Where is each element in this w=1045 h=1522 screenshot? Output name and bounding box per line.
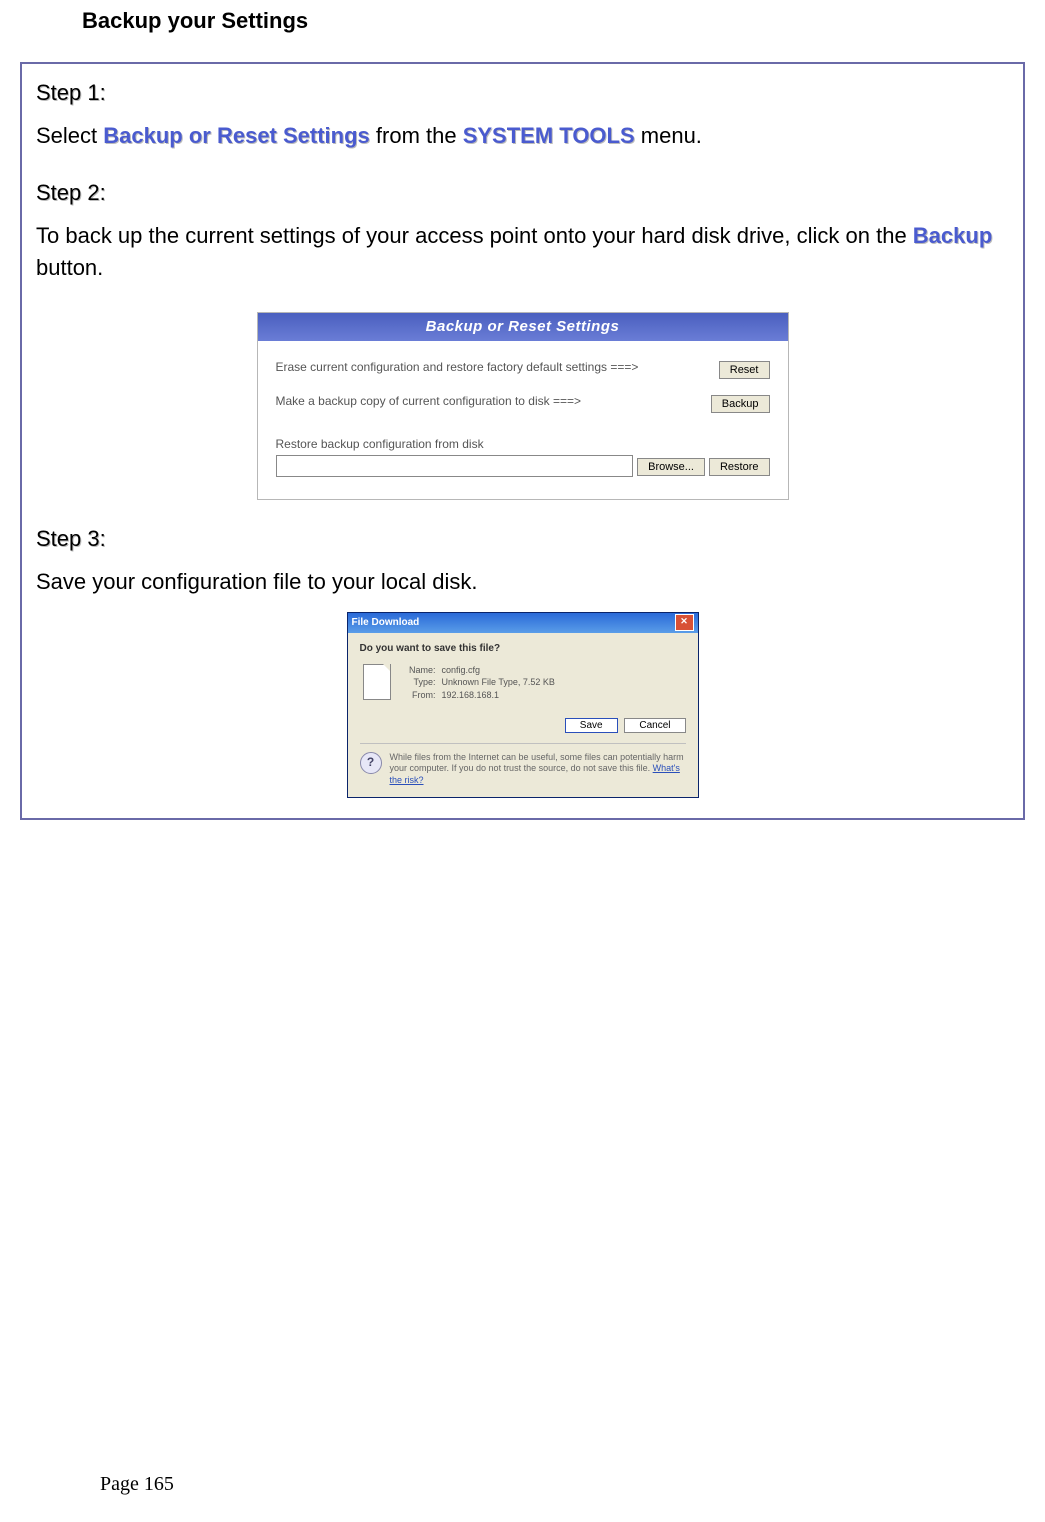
- meta-type-value: Unknown File Type, 7.52 KB: [442, 677, 555, 687]
- file-download-dialog: File Download ✕ Do you want to save this…: [347, 612, 699, 798]
- meta-name-value: config.cfg: [442, 665, 481, 675]
- page-number: Page 165: [100, 1473, 174, 1496]
- info-icon: ?: [360, 752, 382, 774]
- step2-label: Step 2:: [36, 180, 1009, 206]
- cancel-button[interactable]: Cancel: [624, 718, 685, 733]
- restore-label: Restore backup configuration from disk: [276, 437, 770, 451]
- step1-post: menu.: [635, 123, 702, 148]
- save-button[interactable]: Save: [565, 718, 618, 733]
- meta-type-key: Type:: [402, 676, 436, 689]
- panel-titlebar: Backup or Reset Settings: [258, 313, 788, 341]
- step1-text: Select Backup or Reset Settings from the…: [36, 120, 1009, 152]
- meta-name-key: Name:: [402, 664, 436, 677]
- file-icon: [360, 664, 392, 704]
- warning-body: While files from the Internet can be use…: [390, 752, 684, 774]
- browse-button[interactable]: Browse...: [637, 458, 705, 476]
- panel-title: Backup or Reset Settings: [426, 318, 620, 335]
- backup-button[interactable]: Backup: [711, 395, 770, 413]
- backup-config-text: Make a backup copy of current configurat…: [276, 393, 711, 410]
- meta-from-value: 192.168.168.1: [442, 690, 500, 700]
- step3-label: Step 3:: [36, 526, 1009, 552]
- meta-from-key: From:: [402, 689, 436, 702]
- steps-container: Step 1: Select Backup or Reset Settings …: [20, 62, 1025, 820]
- step2-pre: To back up the current settings of your …: [36, 223, 913, 248]
- restore-file-input[interactable]: [276, 455, 634, 477]
- step1-label: Step 1:: [36, 80, 1009, 106]
- file-metadata: Name: config.cfg Type: Unknown File Type, …: [402, 664, 555, 704]
- step2-text: To back up the current settings of your …: [36, 220, 1009, 284]
- section-title: Backup your Settings: [82, 8, 1025, 34]
- step3-text: Save your configuration file to your loc…: [36, 566, 1009, 598]
- step2-post: button.: [36, 255, 103, 280]
- warning-text: While files from the Internet can be use…: [390, 752, 686, 787]
- erase-config-text: Erase current configuration and restore …: [276, 359, 719, 376]
- backup-reset-panel: Backup or Reset Settings Erase current c…: [257, 312, 789, 500]
- step1-mid: from the: [370, 123, 463, 148]
- separator: [360, 743, 686, 744]
- step1-pre: Select: [36, 123, 103, 148]
- dialog-question: Do you want to save this file?: [360, 643, 686, 654]
- close-icon[interactable]: ✕: [675, 614, 694, 631]
- step1-link-system-tools: SYSTEM TOOLS: [463, 123, 635, 148]
- step1-link-backup-reset: Backup or Reset Settings: [103, 123, 370, 148]
- restore-button[interactable]: Restore: [709, 458, 770, 476]
- step2-link-backup: Backup: [913, 223, 992, 248]
- dialog-title: File Download: [352, 617, 675, 628]
- dialog-titlebar[interactable]: File Download ✕: [348, 613, 698, 633]
- reset-button[interactable]: Reset: [719, 361, 770, 379]
